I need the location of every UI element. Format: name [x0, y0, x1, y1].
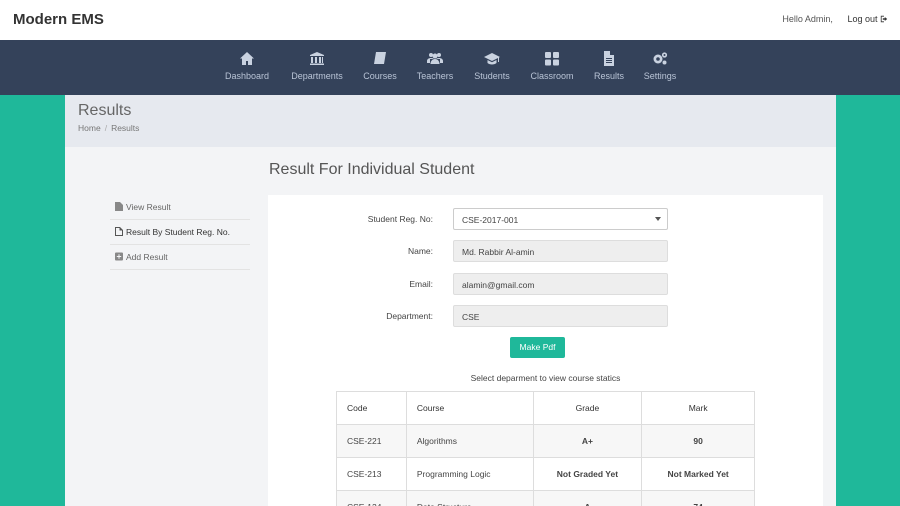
results-side-menu: View Result Result By Student Reg. No. A… [110, 195, 250, 270]
column-header-code: Code [336, 391, 407, 425]
table-row: CSE-213 Programming Logic Not Graded Yet… [336, 457, 755, 491]
nav-item-dashboard[interactable]: Dashboard [224, 40, 270, 95]
top-bar: Modern EMS Hello Admin, Log out [0, 0, 900, 40]
nav-item-label: Students [474, 71, 510, 81]
bank-icon [310, 52, 324, 65]
form-row-name: Name: Md. Rabbir Al-amin [268, 240, 823, 262]
file-pdf-icon [115, 227, 123, 236]
nav-item-results[interactable]: Results [592, 40, 626, 95]
cell-mark: Not Marked Yet [641, 457, 755, 491]
nav-item-label: Departments [291, 71, 343, 81]
cell-grade: A [532, 490, 643, 506]
plus-square-icon [115, 252, 123, 261]
gears-icon [653, 52, 668, 65]
greeting-text: Hello Admin, [782, 14, 833, 24]
nav-item-label: Teachers [416, 71, 454, 81]
cell-course: Programming Logic [405, 457, 534, 491]
breadcrumb-home[interactable]: Home [78, 123, 101, 133]
name-label: Name: [407, 246, 433, 256]
name-field[interactable]: Md. Rabbir Al-amin [453, 240, 668, 262]
reg-no-select[interactable]: CSE-2017-001 [453, 208, 668, 230]
breadcrumb: Home / Results [78, 123, 139, 133]
form-row-department: Department: CSE [268, 305, 823, 327]
column-header-mark: Mark [641, 391, 755, 425]
cell-code: CSE-221 [336, 424, 407, 458]
main-navbar: Dashboard Departments Courses Teachers S… [0, 40, 900, 95]
breadcrumb-current: Results [111, 123, 140, 133]
file-icon [604, 51, 614, 66]
result-card: Student Reg. No: CSE-2017-001 Name: Md. … [268, 195, 823, 506]
nav-item-label: Dashboard [224, 71, 270, 81]
cell-code: CSE-124 [336, 490, 407, 506]
reg-no-value: CSE-2017-001 [462, 215, 519, 225]
reg-no-label: Student Reg. No: [367, 214, 433, 224]
course-statics-hint: Select deparment to view course statics [470, 373, 621, 383]
logout-link[interactable]: Log out [847, 14, 888, 24]
email-field[interactable]: alamin@gmail.com [453, 273, 668, 295]
nav-item-label: Classroom [530, 71, 574, 81]
make-pdf-button[interactable]: Make Pdf [510, 337, 565, 358]
nav-item-departments[interactable]: Departments [288, 40, 346, 95]
side-item-label: Add Result [126, 252, 168, 262]
side-item-label: Result By Student Reg. No. [126, 227, 230, 237]
grid-icon [545, 52, 559, 66]
graduation-cap-icon [484, 53, 500, 65]
file-icon [115, 202, 123, 211]
nav-item-courses[interactable]: Courses [362, 40, 398, 95]
breadcrumb-separator: / [104, 123, 108, 133]
users-icon [427, 53, 443, 64]
side-item-label: View Result [126, 202, 171, 212]
section-title: Result For Individual Student [269, 161, 475, 178]
nav-item-students[interactable]: Students [472, 40, 512, 95]
cell-mark: 90 [641, 424, 755, 458]
column-header-grade: Grade [532, 391, 643, 425]
cell-grade: Not Graded Yet [532, 457, 643, 491]
side-item-view-result[interactable]: View Result [110, 195, 250, 220]
cell-course: Data Structure [405, 490, 534, 506]
cell-grade: A+ [532, 424, 643, 458]
nav-item-label: Courses [363, 71, 397, 81]
department-field[interactable]: CSE [453, 305, 668, 327]
nav-item-label: Results [593, 71, 624, 81]
cell-mark: 74 [641, 490, 755, 506]
side-item-result-by-reg-no[interactable]: Result By Student Reg. No. [110, 220, 250, 245]
column-header-course: Course [405, 391, 534, 425]
sign-out-icon [880, 15, 888, 23]
form-row-email: Email: alamin@gmail.com [268, 273, 823, 295]
logout-label: Log out [847, 14, 878, 24]
user-area: Hello Admin, Log out [782, 14, 888, 24]
department-label: Department: [386, 311, 433, 321]
nav-item-settings[interactable]: Settings [642, 40, 678, 95]
nav-item-classroom[interactable]: Classroom [529, 40, 575, 95]
table-row: CSE-221 Algorithms A+ 90 [336, 424, 755, 458]
nav-menu: Dashboard Departments Courses Teachers S… [0, 40, 900, 95]
brand-logo[interactable]: Modern EMS [13, 11, 104, 28]
table-header-row: Code Course Grade Mark [336, 391, 755, 425]
caret-down-icon [655, 217, 661, 221]
book-icon [374, 52, 386, 64]
table-row: CSE-124 Data Structure A 74 [336, 490, 755, 506]
results-table: Code Course Grade Mark CSE-221 Algorithm… [336, 391, 755, 506]
home-icon [240, 52, 254, 65]
nav-item-teachers[interactable]: Teachers [415, 40, 455, 95]
page-header: Results Home / Results [65, 95, 836, 147]
cell-course: Algorithms [405, 424, 534, 458]
form-row-reg-no: Student Reg. No: CSE-2017-001 [268, 208, 823, 230]
page-title: Results [78, 102, 132, 119]
side-item-add-result[interactable]: Add Result [110, 245, 250, 270]
nav-item-label: Settings [643, 71, 677, 81]
email-label: Email: [409, 279, 433, 289]
cell-code: CSE-213 [336, 457, 407, 491]
content-panel: Results Home / Results View Result Result … [65, 95, 836, 506]
